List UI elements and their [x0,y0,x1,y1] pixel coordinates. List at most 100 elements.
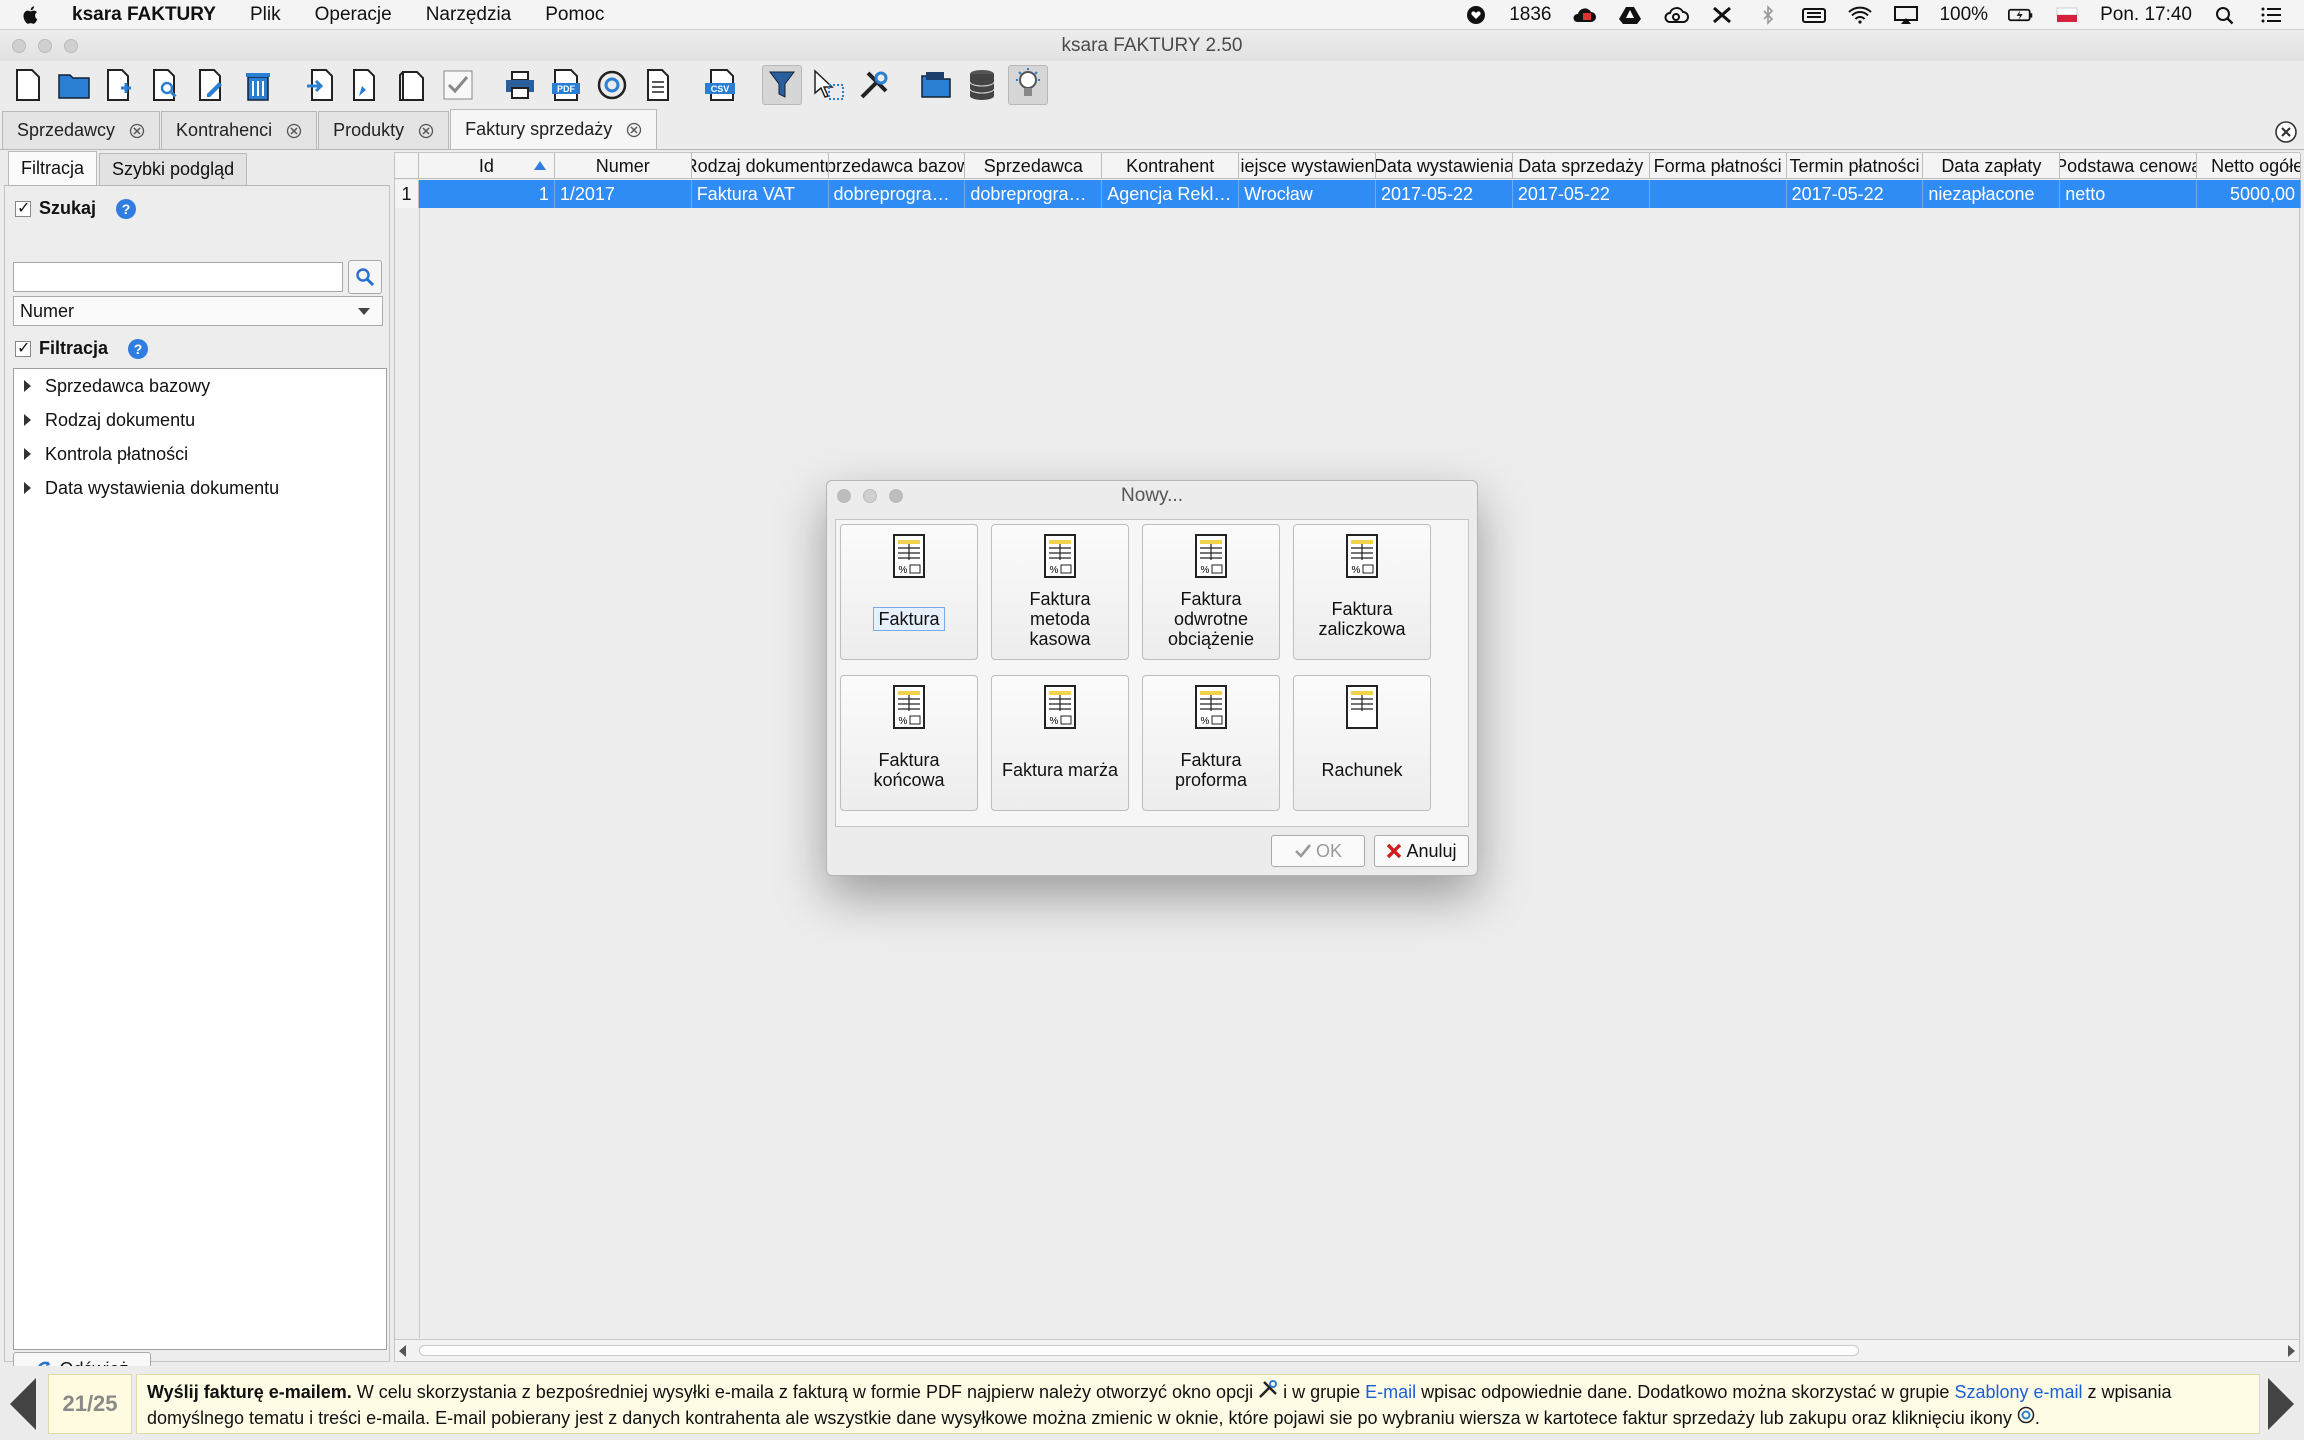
sign-document-button[interactable] [346,65,386,105]
option-faktura-metoda-kasowa[interactable]: % Faktura metoda kasowa [991,524,1129,660]
filter-button[interactable] [762,65,802,105]
minimize-dialog-button[interactable] [863,489,877,503]
cell-sprzedawca-bazowy[interactable]: dobreprogra… [828,180,966,208]
subtab-szybki-podglad[interactable]: Szybki podgląd [99,153,248,185]
print-button[interactable] [500,65,540,105]
tree-item-rodzaj-dokumentu[interactable]: Rodzaj dokumentu [14,403,386,437]
heart-icon[interactable] [1463,5,1489,25]
column-header-forma-platnosci[interactable]: Forma płatności [1650,153,1787,179]
expand-arrow-icon[interactable] [24,448,31,460]
airplay-icon[interactable] [1893,5,1919,25]
cell-termin-platnosci[interactable]: 2017-05-22 [1786,180,1924,208]
cell-sprzedawca[interactable]: dobreprogra… [965,180,1103,208]
search-toggle[interactable]: Szukaj ? [15,198,137,219]
cell-data-sprzedazy[interactable]: 2017-05-22 [1512,180,1650,208]
edit-document-button[interactable] [192,65,232,105]
search-checkbox[interactable] [15,198,31,218]
drive-icon[interactable] [1617,5,1643,25]
cell-rodzaj-dokumentu[interactable]: Faktura VAT [691,180,829,208]
column-header-miejsce-wystawienia[interactable]: Miejsce wystawienia [1239,153,1376,179]
column-header-numer[interactable]: Numer [555,153,692,179]
copy-document-button[interactable] [392,65,432,105]
tree-item-kontrola-platnosci[interactable]: Kontrola płatności [14,437,386,471]
column-header-sprzedawca-bazowy[interactable]: Sprzedawca bazowy [829,153,966,179]
column-header-data-wystawienia[interactable]: Data wystawienia [1376,153,1513,179]
option-faktura-koncowa[interactable]: % Faktura końcowa [840,675,978,811]
email-options-link[interactable]: E-mail [1365,1382,1416,1402]
bluetooth-icon[interactable] [1755,5,1781,25]
ok-button[interactable]: OK [1271,835,1365,867]
notification-center-icon[interactable] [2258,5,2284,25]
open-folder-button[interactable] [54,65,94,105]
tools-icon[interactable] [1709,5,1735,25]
menubar-clock[interactable]: Pon. 17:40 [2100,4,2192,26]
close-window-button[interactable] [12,39,26,53]
tab-sprzedawcy[interactable]: Sprzedawcy [2,111,161,149]
tree-item-sprzedawca-bazowy[interactable]: Sprzedawca bazowy [14,369,386,403]
cloud-icon[interactable] [1571,5,1597,25]
menu-narzedzia[interactable]: Narzędzia [426,4,512,26]
send-email-button[interactable] [592,65,632,105]
flag-poland-icon[interactable] [2054,5,2080,25]
battery-icon[interactable] [2008,5,2034,25]
scroll-right-arrow-icon[interactable] [2288,1345,2295,1357]
add-document-button[interactable] [100,65,140,105]
cell-data-wystawienia[interactable]: 2017-05-22 [1375,180,1513,208]
column-header-podstawa-cenowa[interactable]: Podstawa cenowa [2060,153,2198,179]
cancel-button[interactable]: Anuluj [1374,835,1469,867]
preview-document-button[interactable] [146,65,186,105]
cell-numer[interactable]: 1/2017 [554,180,692,208]
help-icon[interactable]: ? [116,198,137,219]
zoom-dialog-button[interactable] [889,489,903,503]
option-faktura-zaliczkowa[interactable]: % Faktura zaliczkowa [1293,524,1431,660]
menu-app-name[interactable]: ksara FAKTURY [72,4,216,26]
archive-button[interactable] [916,65,956,105]
select-mode-button[interactable] [808,65,848,105]
search-input[interactable] [13,262,343,292]
cell-kontrahent[interactable]: Agencja Rekl… [1102,180,1240,208]
menu-plik[interactable]: Plik [250,4,281,26]
column-header-data-zaplaty[interactable]: Data zapłaty [1923,153,2061,179]
expand-arrow-icon[interactable] [24,482,31,494]
column-header-id[interactable]: Id [419,153,555,179]
next-tip-icon[interactable] [2264,1374,2298,1434]
keyboard-icon[interactable] [1801,5,1827,25]
export-pdf-button[interactable]: PDF [546,65,586,105]
table-row[interactable]: 1 1 1/2017 Faktura VAT dobreprogra… dobr… [395,180,2302,208]
scroll-left-arrow-icon[interactable] [399,1345,406,1357]
wifi-icon[interactable] [1847,5,1873,25]
option-faktura-proforma[interactable]: % Faktura proforma [1142,675,1280,811]
horizontal-scrollbar[interactable] [395,1339,2299,1361]
cell-podstawa-cenowa[interactable]: netto [2060,180,2198,208]
option-faktura-odwrotne-obciazenie[interactable]: % Faktura odwrotne obciążenie [1142,524,1280,660]
expand-arrow-icon[interactable] [24,414,31,426]
close-tab-icon[interactable] [286,123,302,139]
tab-kontrahenci[interactable]: Kontrahenci [161,111,318,149]
cell-id[interactable]: 1 [418,180,555,208]
cell-miejsce-wystawienia[interactable]: Wrocław [1239,180,1376,208]
new-document-button[interactable] [8,65,48,105]
close-tab-icon[interactable] [129,123,145,139]
column-header-sprzedawca[interactable]: Sprzedawca [965,153,1103,179]
filter-toggle[interactable]: Filtracja ? [15,338,149,359]
approve-button[interactable] [438,65,478,105]
menu-pomoc[interactable]: Pomoc [545,4,604,26]
creative-cloud-icon[interactable] [1663,5,1690,25]
email-templates-link[interactable]: Szablony e-mail [1954,1382,2082,1402]
option-rachunek[interactable]: Rachunek [1293,675,1431,811]
option-faktura[interactable]: % Faktura [840,524,978,660]
search-field-select[interactable]: Numer [13,296,383,326]
close-tab-icon[interactable] [626,122,642,138]
tree-item-data-wystawienia[interactable]: Data wystawienia dokumentu [14,471,386,505]
column-header-termin-platnosci[interactable]: Termin płatności [1787,153,1924,179]
close-all-tabs-icon[interactable] [2274,120,2298,144]
subtab-filtracja[interactable]: Filtracja [8,151,98,185]
tab-faktury-sprzedazy[interactable]: Faktury sprzedaży [450,109,658,149]
tips-button[interactable] [1008,65,1048,105]
filter-checkbox[interactable] [15,338,31,358]
tab-produkty[interactable]: Produkty [318,111,450,149]
expand-arrow-icon[interactable] [24,380,31,392]
export-csv-button[interactable]: CSV [700,65,740,105]
apple-icon[interactable] [20,4,42,26]
minimize-window-button[interactable] [38,39,52,53]
